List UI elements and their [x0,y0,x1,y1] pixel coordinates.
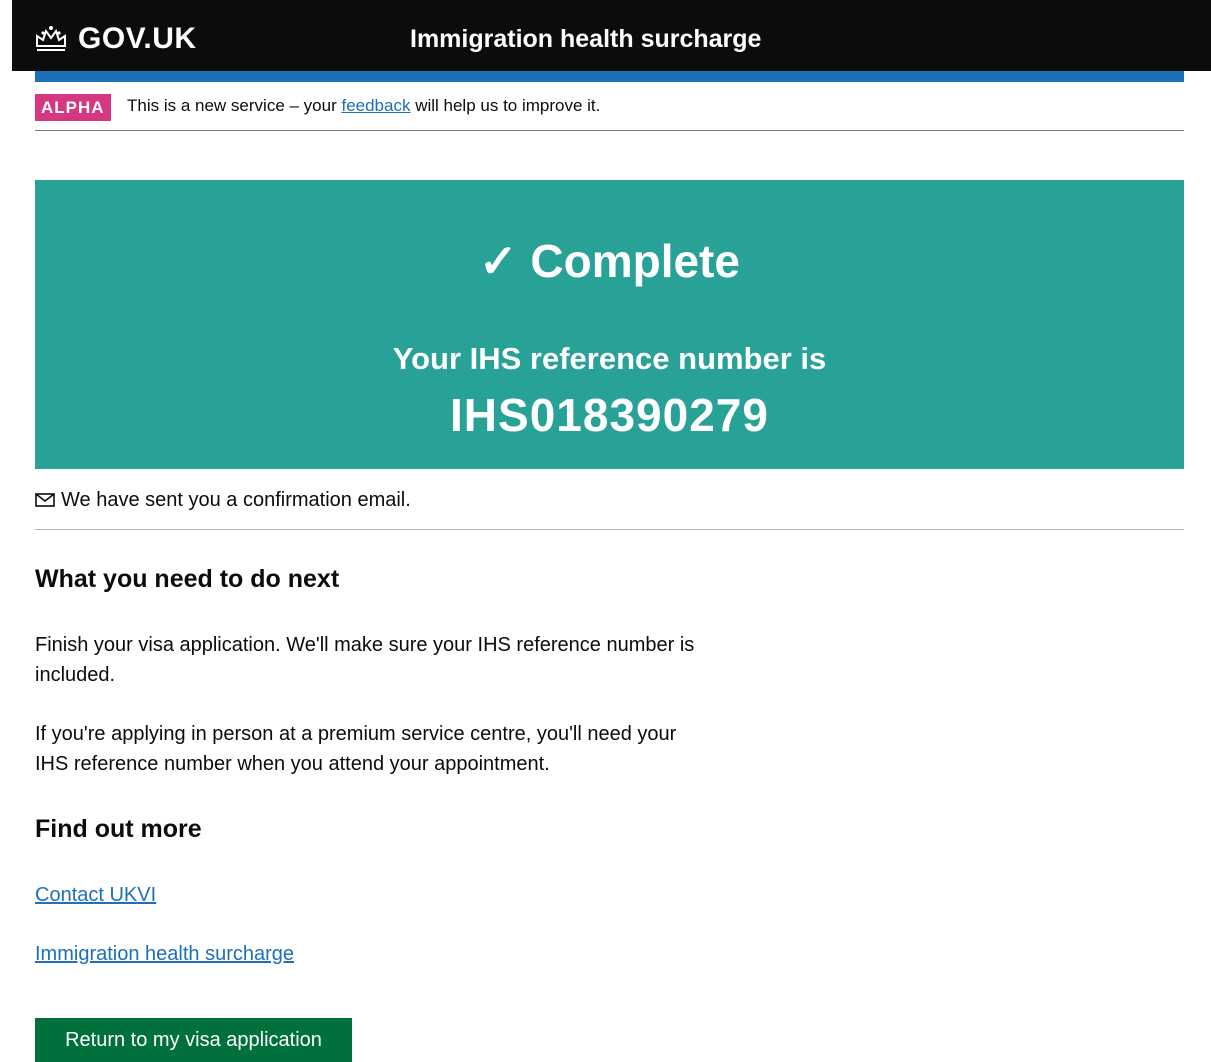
reference-number: IHS018390279 [450,389,769,441]
confirmation-panel: ✓ Complete Your IHS reference number is … [35,180,1184,469]
reference-label: Your IHS reference number is [392,341,827,376]
next-steps-heading: What you need to do next [35,565,340,593]
feedback-link[interactable]: feedback [341,96,410,115]
return-to-visa-application-button[interactable]: Return to my visa application [35,1018,352,1062]
email-note-text: We have sent you a confirmation email. [61,489,411,511]
next-steps-para-1: Finish your visa application. We'll make… [35,634,695,686]
logo-text: GOV.UK [78,22,197,55]
email-confirmation-note: We have sent you a confirmation email. [35,484,1184,530]
mail-icon [35,493,55,507]
service-name-link[interactable]: Immigration health surcharge [410,22,761,56]
govuk-logo[interactable]: GOV.UK [34,20,197,58]
phase-text-after: will help us to improve it. [410,96,601,115]
site-header: GOV.UK Immigration health surcharge [12,0,1211,71]
alpha-tag: ALPHA [35,94,111,121]
phase-banner: ALPHA This is a new service – your feedb… [35,88,1184,131]
panel-title: ✓ Complete [479,235,740,287]
immigration-health-surcharge-link[interactable]: Immigration health surcharge [35,939,294,969]
find-out-more-heading: Find out more [35,815,202,843]
crown-icon [36,26,66,51]
phase-text-before: This is a new service – your [127,96,342,115]
contact-ukvi-link[interactable]: Contact UKVI [35,880,156,910]
header-accent-bar [35,71,1184,82]
phase-banner-text: This is a new service – your feedback wi… [127,95,600,117]
next-steps-para-2: If you're applying in person at a premiu… [35,723,677,775]
